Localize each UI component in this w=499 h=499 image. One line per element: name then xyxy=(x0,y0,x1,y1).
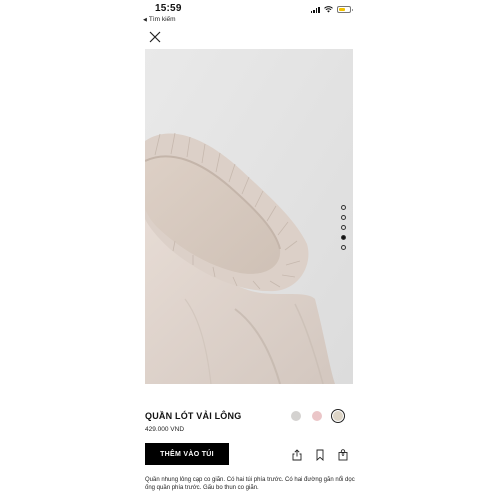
image-dot[interactable] xyxy=(341,245,346,250)
back-arrow-icon: ◀ xyxy=(143,16,147,23)
product-title: QUẦN LÓT VẢI LÔNG xyxy=(145,411,242,421)
product-description: Quần nhung lông cạp co giãn. Có hai túi … xyxy=(145,477,355,491)
back-to-search-link[interactable]: ◀ Tìm kiếm xyxy=(143,16,176,23)
signal-icon xyxy=(310,6,320,13)
bag-button[interactable]: 0 xyxy=(338,448,348,461)
product-screen: 15:59 ◀ Tìm kiếm QUẦN LÓT VẢI LÔNG 429.0… xyxy=(139,0,359,499)
image-pagination xyxy=(341,205,346,250)
status-icons xyxy=(310,6,353,13)
color-swatch-pink[interactable] xyxy=(312,411,322,421)
share-button[interactable] xyxy=(292,448,302,461)
color-swatch-beige[interactable] xyxy=(330,408,346,424)
image-dot[interactable] xyxy=(341,225,346,230)
add-to-cart-button[interactable]: THÊM VÀO TÚI xyxy=(145,443,229,465)
battery-icon xyxy=(337,6,353,13)
close-button[interactable] xyxy=(148,30,162,44)
product-image[interactable] xyxy=(145,49,353,384)
close-icon xyxy=(149,31,161,43)
product-actions: 0 xyxy=(292,448,348,462)
bookmark-icon xyxy=(316,449,324,462)
bag-count: 0 xyxy=(341,452,345,459)
bookmark-button[interactable] xyxy=(315,448,325,462)
product-photo xyxy=(145,49,353,384)
color-swatches xyxy=(291,408,346,424)
image-dot[interactable] xyxy=(341,205,346,210)
back-label: Tìm kiếm xyxy=(148,16,176,23)
product-price: 429.000 VND xyxy=(145,426,185,433)
wifi-icon xyxy=(324,6,333,13)
share-icon xyxy=(292,449,302,461)
image-dot[interactable] xyxy=(341,215,346,220)
status-time: 15:59 xyxy=(155,3,182,14)
image-dot[interactable] xyxy=(341,235,346,240)
color-swatch-grey[interactable] xyxy=(291,411,301,421)
